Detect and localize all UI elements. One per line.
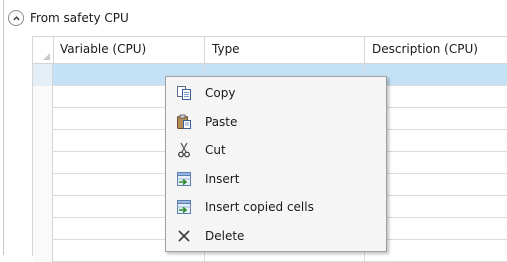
menu-item-label: Delete bbox=[205, 228, 245, 243]
menu-item-copy[interactable]: Copy bbox=[166, 79, 386, 108]
row-header[interactable] bbox=[33, 86, 53, 108]
cut-icon bbox=[175, 141, 193, 159]
row-header[interactable] bbox=[33, 152, 53, 174]
row-header[interactable] bbox=[33, 174, 53, 196]
menu-item-label: Insert copied cells bbox=[205, 200, 314, 215]
menu-item-insert[interactable]: Insert bbox=[166, 165, 386, 194]
insert-copied-cells-icon bbox=[175, 198, 193, 216]
menu-item-label: Insert bbox=[205, 171, 240, 186]
row-header[interactable] bbox=[33, 240, 53, 262]
column-header-variable[interactable]: Variable (CPU) bbox=[53, 37, 205, 63]
menu-item-paste[interactable]: Paste bbox=[166, 108, 386, 137]
copy-icon bbox=[175, 84, 193, 102]
section-title: From safety CPU bbox=[30, 11, 129, 25]
row-header[interactable] bbox=[33, 130, 53, 152]
context-menu: Copy Paste Cut Insert Insert copied cell… bbox=[165, 76, 387, 252]
menu-item-delete[interactable]: Delete bbox=[166, 222, 386, 251]
column-header-type[interactable]: Type bbox=[205, 37, 365, 63]
grid-header: Variable (CPU) Type Description (CPU) bbox=[33, 37, 507, 64]
select-all-corner[interactable] bbox=[33, 37, 54, 63]
column-header-description[interactable]: Description (CPU) bbox=[365, 37, 507, 63]
row-header[interactable] bbox=[33, 108, 53, 130]
paste-icon bbox=[175, 113, 193, 131]
section-header: From safety CPU bbox=[8, 9, 129, 27]
menu-item-label: Cut bbox=[205, 143, 226, 158]
menu-item-cut[interactable]: Cut bbox=[166, 136, 386, 165]
row-header[interactable] bbox=[33, 218, 53, 240]
chevron-up-icon bbox=[12, 15, 20, 20]
collapse-button[interactable] bbox=[8, 10, 24, 26]
delete-icon bbox=[175, 227, 193, 245]
insert-icon bbox=[175, 170, 193, 188]
menu-item-label: Paste bbox=[205, 114, 238, 129]
row-header[interactable] bbox=[33, 64, 53, 86]
menu-item-insert-copied-cells[interactable]: Insert copied cells bbox=[166, 193, 386, 222]
menu-item-label: Copy bbox=[205, 86, 236, 101]
row-header[interactable] bbox=[33, 196, 53, 218]
